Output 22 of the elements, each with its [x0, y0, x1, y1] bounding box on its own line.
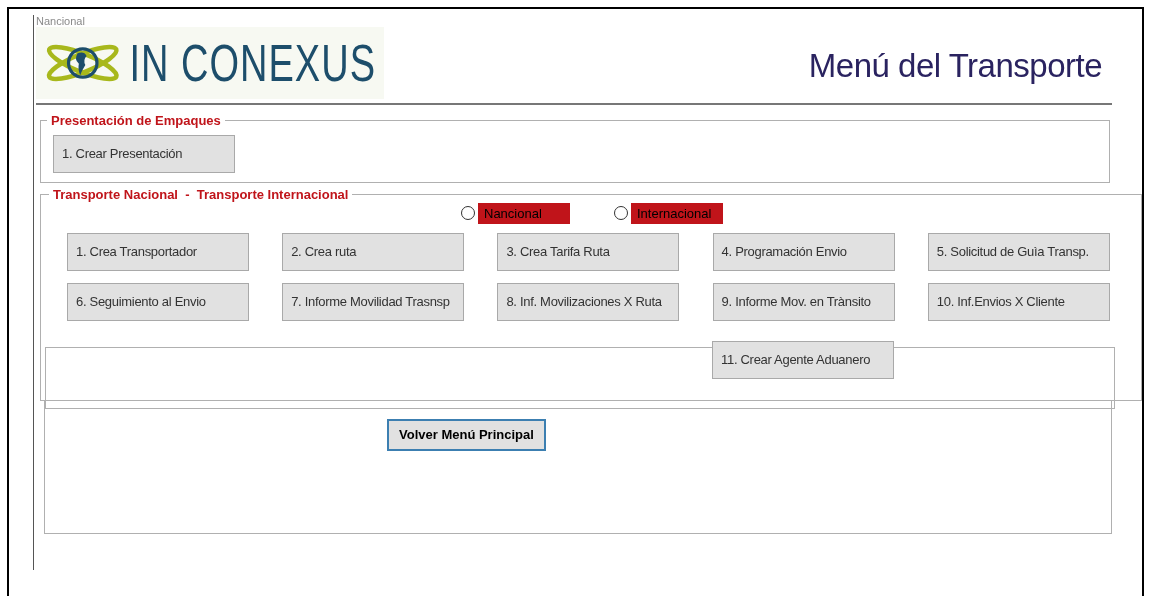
- menu-button[interactable]: 6. Seguimiento al Envio: [67, 282, 249, 321]
- menu-button[interactable]: 8. Inf. Movilizaciones X Ruta: [497, 282, 680, 321]
- menu-button[interactable]: 10. Inf.Envios X Cliente: [927, 282, 1110, 321]
- page-title: Menú del Transporte: [808, 46, 1102, 86]
- section-legend: Presentación de Empaques: [47, 111, 225, 131]
- menu-button[interactable]: 4. Programación Envio: [712, 232, 895, 271]
- menu-button[interactable]: 5. Solicitud de Guìa Transp.: [927, 232, 1110, 271]
- radio-button[interactable]: [614, 206, 628, 220]
- section-legend: Transporte Nacional - Transporte Internacional: [53, 185, 349, 205]
- logo-text: IN CONEXUS: [129, 37, 376, 89]
- menu-button[interactable]: 1. Crear Presentación: [53, 134, 235, 173]
- stray-label: Nancional: [36, 15, 86, 27]
- menu-button[interactable]: 7. Informe Movilidad Trasnsp: [282, 282, 465, 321]
- back-button[interactable]: Volver Menú Principal: [387, 419, 546, 451]
- menu-button[interactable]: 2. Crea ruta: [282, 232, 465, 271]
- menu-button[interactable]: 1. Crea Transportador: [67, 232, 249, 271]
- menu-button[interactable]: 9. Informe Mov. en Trànsito: [712, 282, 895, 321]
- radio-label: Internacional: [631, 202, 723, 224]
- radio-label: Nancional: [478, 202, 570, 224]
- menu-button[interactable]: 11. Crear Agente Aduanero: [712, 340, 894, 379]
- radio-button[interactable]: [461, 206, 475, 220]
- menu-button[interactable]: 3. Crea Tarifa Ruta: [497, 232, 680, 271]
